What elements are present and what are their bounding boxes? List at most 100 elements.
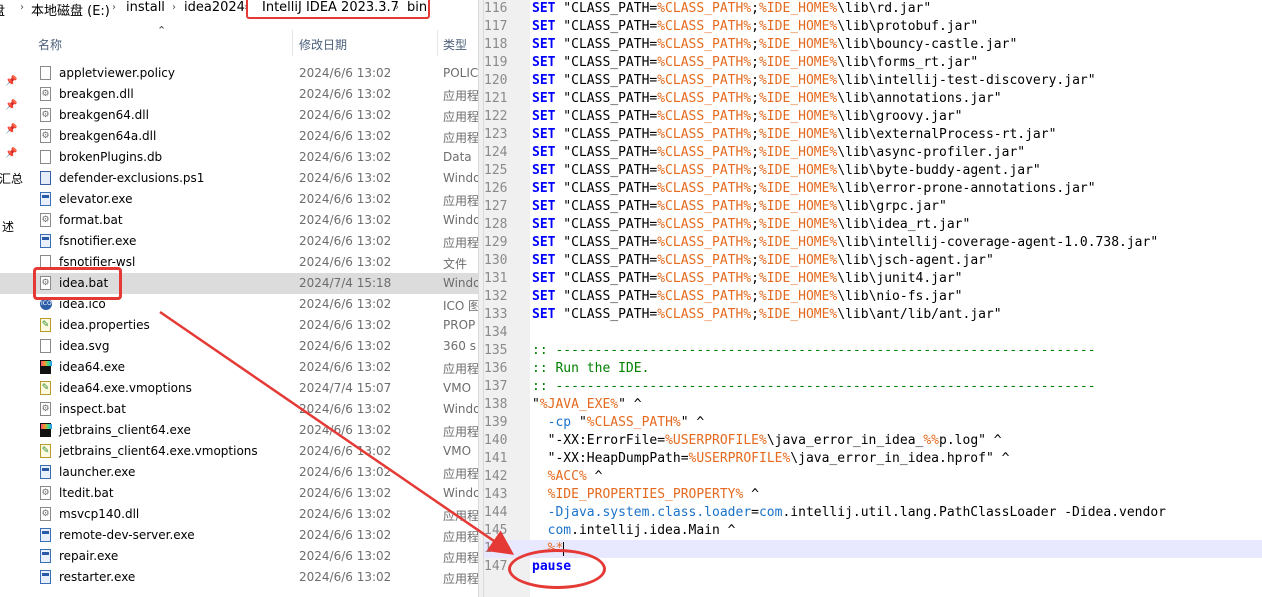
code-token: SET [532,91,556,106]
code-token: %CLASS_PATH% [657,127,752,142]
file-row[interactable]: idea64.exe.vmoptions 2024/7/4 15:07 VMO [0,378,478,399]
file-type: 应用程 [443,509,478,523]
code-token: "CLASS_PATH= [555,163,658,178]
file-row[interactable]: idea.svg 2024/6/6 13:02 360 s [0,336,478,357]
file-type: 应用程 [443,194,478,208]
file-row[interactable]: fsnotifier.exe 2024/6/6 13:02 应用程 [0,231,478,252]
breadcrumb-item-idea2024[interactable]: idea2024 [184,0,245,15]
file-row[interactable]: msvcp140.dll 2024/6/6 13:02 应用程 [0,504,478,525]
code-token: %ACC% [532,469,587,484]
code-line[interactable]: 129 SET "CLASS_PATH=%CLASS_PATH%;%IDE_HOM… [484,234,1262,252]
file-row[interactable]: jetbrains_client64.exe.vmoptions 2024/6/6… [0,441,478,462]
file-row[interactable]: breakgen.dll 2024/6/6 13:02 应用程 [0,84,478,105]
code-token: SET [532,55,556,70]
file-row[interactable]: inspect.bat 2024/6/6 13:02 Windo [0,399,478,420]
file-row[interactable]: breakgen64.dll 2024/6/6 13:02 应用程 [0,105,478,126]
file-name: breakgen64.dll [59,108,149,122]
code-token: SET [532,37,556,52]
code-line[interactable]: 116 SET "CLASS_PATH=%CLASS_PATH%;%IDE_HOM… [484,0,1262,18]
column-header-name[interactable]: 名称 [38,36,62,53]
line-number: 118 [484,37,508,52]
column-header-type[interactable]: 类型 [443,36,467,53]
code-token: " [571,415,587,430]
annotation-box-path [246,0,430,19]
file-explorer-pane: 盘 › 本地磁盘 (E:) › install › idea2024 › Int… [0,0,478,597]
code-line[interactable]: 131 SET "CLASS_PATH=%CLASS_PATH%;%IDE_HOM… [484,270,1262,288]
code-line[interactable]: 124 SET "CLASS_PATH=%CLASS_PATH%;%IDE_HOM… [484,144,1262,162]
code-line[interactable]: 134 [484,324,1262,342]
file-row[interactable]: launcher.exe 2024/6/6 13:02 应用程 [0,462,478,483]
file-name: repair.exe [59,549,119,563]
code-line[interactable]: 145 com.intellij.idea.Main ^ [484,522,1262,540]
file-row[interactable]: idea64.exe 2024/6/6 13:02 应用程 [0,357,478,378]
code-token: "CLASS_PATH= [555,271,658,286]
code-token: "CLASS_PATH= [555,307,658,322]
code-line[interactable]: 127 SET "CLASS_PATH=%CLASS_PATH%;%IDE_HOM… [484,198,1262,216]
code-line[interactable]: 123 SET "CLASS_PATH=%CLASS_PATH%;%IDE_HOM… [484,126,1262,144]
line-number: 136 [484,361,508,376]
code-line[interactable]: 120 SET "CLASS_PATH=%CLASS_PATH%;%IDE_HOM… [484,72,1262,90]
code-line[interactable]: 118 SET "CLASS_PATH=%CLASS_PATH%;%IDE_HOM… [484,36,1262,54]
file-row[interactable]: elevator.exe 2024/6/6 13:02 应用程 [0,189,478,210]
code-line[interactable]: 121 SET "CLASS_PATH=%CLASS_PATH%;%IDE_HOM… [484,90,1262,108]
code-line[interactable]: 135:: ----------------------------------… [484,342,1262,360]
code-token: ; [751,253,759,268]
code-line[interactable]: 142 %ACC% ^ [484,468,1262,486]
file-row[interactable]: repair.exe 2024/6/6 13:02 应用程 [0,546,478,567]
code-line[interactable]: 140 "-XX:ErrorFile=%USERPROFILE%\java_er… [484,432,1262,450]
code-line[interactable]: 122 SET "CLASS_PATH=%CLASS_PATH%;%IDE_HOM… [484,108,1262,126]
file-row[interactable]: format.bat 2024/6/6 13:02 Windo [0,210,478,231]
code-token: "CLASS_PATH= [555,235,658,250]
code-line[interactable]: 138 "%JAVA_EXE%" ^ [484,396,1262,414]
code-editor[interactable]: 116 SET "CLASS_PATH=%CLASS_PATH%;%IDE_HOM… [484,0,1262,597]
code-line[interactable]: 146 %* [484,540,1262,558]
column-divider[interactable] [437,30,438,56]
breadcrumb-item[interactable]: 盘 [0,0,5,19]
code-token: SET [532,19,556,34]
code-line[interactable]: 126 SET "CLASS_PATH=%CLASS_PATH%;%IDE_HOM… [484,180,1262,198]
code-line[interactable]: 119 SET "CLASS_PATH=%CLASS_PATH%;%IDE_HOM… [484,54,1262,72]
file-type: 应用程 [443,572,478,586]
file-date: 2024/6/6 13:02 [299,444,392,458]
code-line[interactable]: 136:: Run the IDE. [484,360,1262,378]
code-token: %CLASS_PATH% [657,37,752,52]
code-token: SET [532,307,556,322]
column-divider[interactable] [292,30,293,56]
file-row[interactable]: restarter.exe 2024/6/6 13:02 应用程 [0,567,478,588]
code-line[interactable]: 143 %IDE_PROPERTIES_PROPERTY% ^ [484,486,1262,504]
code-line[interactable]: 137:: ----------------------------------… [484,378,1262,396]
code-token: "CLASS_PATH= [555,73,658,88]
file-name: jetbrains_client64.exe.vmoptions [59,444,258,458]
code-token: SET [532,253,556,268]
code-text: :: -------------------------------------… [532,343,1096,358]
code-line[interactable]: 130 SET "CLASS_PATH=%CLASS_PATH%;%IDE_HOM… [484,252,1262,270]
code-token: %IDE_HOME% [758,127,838,142]
code-line[interactable]: 117 SET "CLASS_PATH=%CLASS_PATH%;%IDE_HOM… [484,18,1262,36]
file-row[interactable]: appletviewer.policy 2024/6/6 13:02 POLIC [0,63,478,84]
intellij-icon [40,423,52,437]
breadcrumb-item-install[interactable]: install [126,0,165,15]
file-row[interactable]: breakgen64a.dll 2024/6/6 13:02 应用程 [0,126,478,147]
code-line[interactable]: 132 SET "CLASS_PATH=%CLASS_PATH%;%IDE_HOM… [484,288,1262,306]
file-row[interactable]: defender-exclusions.ps1 2024/6/6 13:02 Win… [0,168,478,189]
file-row[interactable]: remote-dev-server.exe 2024/6/6 13:02 应用程 [0,525,478,546]
file-row[interactable]: idea.properties 2024/6/6 13:02 PROP [0,315,478,336]
code-line[interactable]: 125 SET "CLASS_PATH=%CLASS_PATH%;%IDE_HOM… [484,162,1262,180]
code-token: " ^ [680,415,705,430]
file-row[interactable]: jetbrains_client64.exe 2024/6/6 13:02 应用程 [0,420,478,441]
file-row[interactable]: ltedit.bat 2024/6/6 13:02 Windo [0,483,478,504]
code-token: ; [751,145,759,160]
file-type: ICO 图 [443,299,478,313]
column-header-date[interactable]: 修改日期 [299,36,347,53]
code-line[interactable]: 133 SET "CLASS_PATH=%CLASS_PATH%;%IDE_HOM… [484,306,1262,324]
code-line[interactable]: 144 -Djava.system.class.loader=com.intel… [484,504,1262,522]
file-row[interactable]: brokenPlugins.db 2024/6/6 13:02 Data [0,147,478,168]
file-date: 2024/6/6 13:02 [299,192,392,206]
file-date: 2024/6/6 13:02 [299,255,392,269]
code-line[interactable]: 128 SET "CLASS_PATH=%CLASS_PATH%;%IDE_HOM… [484,216,1262,234]
file-type: VMO [443,444,472,458]
breadcrumb-item-drive[interactable]: 本地磁盘 (E:) [31,0,110,19]
code-token: \lib\nio-fs.jar" [837,289,963,304]
code-line[interactable]: 141 "-XX:HeapDumpPath=%USERPROFILE%\java… [484,450,1262,468]
code-line[interactable]: 139 -cp "%CLASS_PATH%" ^ [484,414,1262,432]
